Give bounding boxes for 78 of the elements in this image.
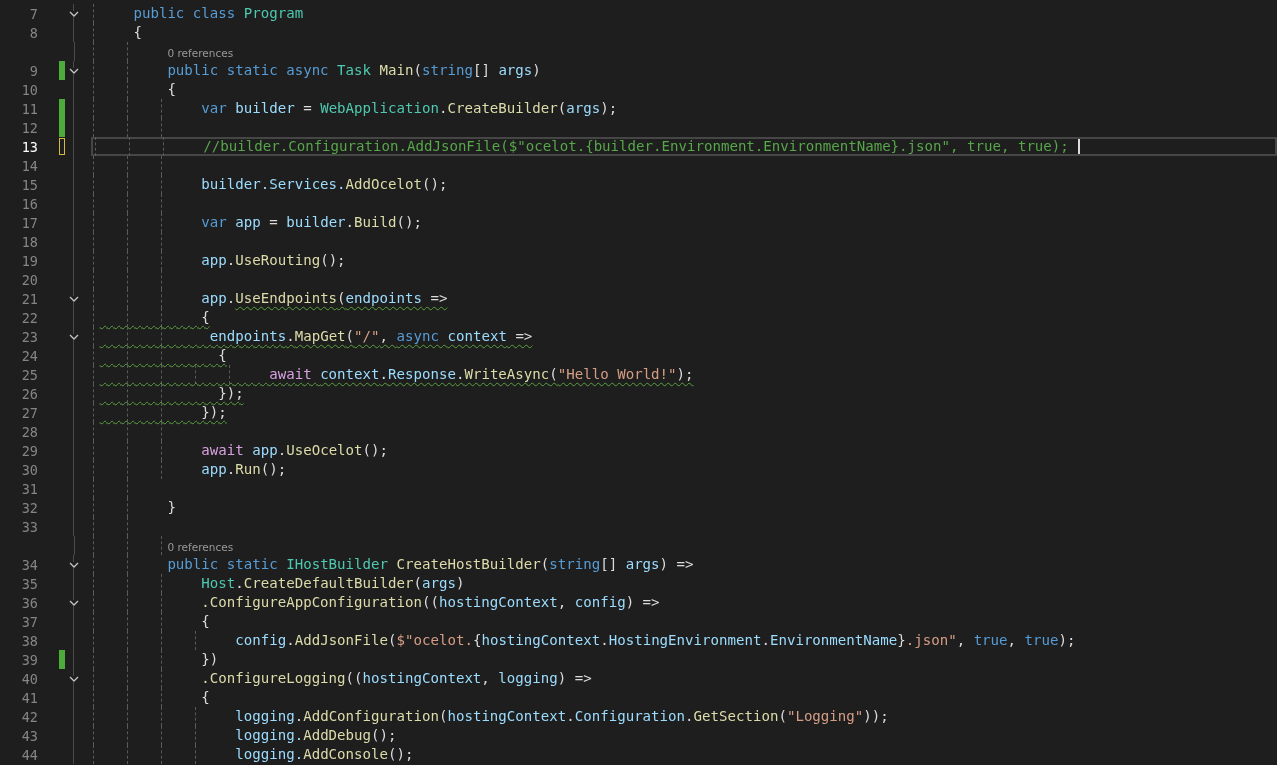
line-number: 42 (20, 708, 38, 725)
line-number: 36 (20, 594, 38, 611)
line-number: 13 (20, 138, 38, 155)
line-number: 20 (20, 271, 38, 288)
code-line: }) (200, 650, 219, 669)
line-number: 35 (20, 575, 38, 592)
code-line: //builder.Configuration.AddJsonFile($"ocelot.{builder.Environment.EnvironmentName}.json", true, true); (202, 139, 1069, 154)
code-line: logging.AddDebug(); (234, 726, 397, 745)
line-number: 39 (20, 651, 38, 668)
codelens-link[interactable]: 0 references (167, 541, 234, 553)
code-line: public static async Task Main(string[] args) (166, 61, 541, 80)
code-line: await context.Response.WriteAsync("Hello World!"); (268, 365, 694, 384)
code-line: logging.AddConfiguration(hostingContext.Configuration.GetSection("Logging")); (234, 707, 889, 726)
code-line: public class Program (132, 4, 304, 23)
line-number: 14 (20, 157, 38, 174)
fold-chevron-icon[interactable] (69, 676, 79, 682)
line-number: 21 (20, 290, 38, 307)
code-line: app.UseEndpoints(endpoints => (200, 289, 448, 308)
code-line: { (200, 308, 210, 327)
line-number: 12 (20, 119, 38, 136)
line-number: 25 (20, 366, 38, 383)
line-number: 30 (20, 461, 38, 478)
fold-chevron-icon[interactable] (69, 296, 79, 302)
line-number: 33 (20, 518, 38, 535)
line-number: 22 (20, 309, 38, 326)
code-line: app.Run(); (200, 460, 287, 479)
code-line: var app = builder.Build(); (200, 213, 422, 232)
code-line: .ConfigureLogging((hostingContext, logging) => (200, 669, 592, 688)
code-line: await app.UseOcelot(); (200, 441, 389, 460)
fold-chevron-icon[interactable] (69, 11, 79, 17)
code-line: endpoints.MapGet("/", async context => (208, 327, 533, 346)
line-number: 7 (28, 5, 38, 22)
line-number: 17 (20, 214, 38, 231)
line-number: 19 (20, 252, 38, 269)
code-line: } (166, 498, 176, 517)
line-number: 44 (20, 746, 38, 763)
code-line: }); (200, 403, 227, 422)
code-line: app.UseRouting(); (200, 251, 346, 270)
fold-chevron-icon[interactable] (69, 600, 79, 606)
code-line: { (166, 80, 176, 99)
line-number: 8 (28, 24, 38, 41)
line-number: 10 (20, 81, 38, 98)
line-number: 43 (20, 727, 38, 744)
fold-chevron-icon[interactable] (69, 68, 79, 74)
code-line: public static IHostBuilder CreateHostBuilder(string[] args) => (166, 555, 694, 574)
line-number: 23 (20, 328, 38, 345)
code-line: { (200, 688, 210, 707)
code-line: config.AddJsonFile($"ocelot.{hostingContext.HostingEnvironment.EnvironmentName}.json", true, true); (234, 631, 1076, 650)
line-number: 18 (20, 233, 38, 250)
code-line: logging.AddConsole(); (234, 745, 414, 764)
code-line: builder.Services.AddOcelot(); (200, 175, 448, 194)
line-number: 27 (20, 404, 38, 421)
text-cursor (1078, 139, 1080, 154)
line-number: 37 (20, 613, 38, 630)
line-number: 40 (20, 670, 38, 687)
code-line: { (217, 346, 227, 365)
code-line: }); (217, 384, 244, 403)
line-number: 16 (20, 195, 38, 212)
code-line: Host.CreateDefaultBuilder(args) (200, 574, 465, 593)
codelens-link[interactable]: 0 references (167, 47, 234, 59)
code-line: var builder = WebApplication.CreateBuilder(args); (200, 99, 618, 118)
line-number: 32 (20, 499, 38, 516)
code-line: .ConfigureAppConfiguration((hostingContext, config) => (200, 593, 660, 612)
line-number: 31 (20, 480, 38, 497)
line-number: 9 (28, 62, 38, 79)
line-number: 26 (20, 385, 38, 402)
line-number: 41 (20, 689, 38, 706)
line-number: 34 (20, 556, 38, 573)
code-line: { (200, 612, 210, 631)
line-number: 11 (20, 100, 38, 117)
fold-chevron-icon[interactable] (69, 334, 79, 340)
fold-chevron-icon[interactable] (69, 562, 79, 568)
line-number: 28 (20, 423, 38, 440)
line-number: 29 (20, 442, 38, 459)
code-line: { (132, 23, 142, 42)
line-number: 24 (20, 347, 38, 364)
line-number: 15 (20, 176, 38, 193)
line-number: 38 (20, 632, 38, 649)
